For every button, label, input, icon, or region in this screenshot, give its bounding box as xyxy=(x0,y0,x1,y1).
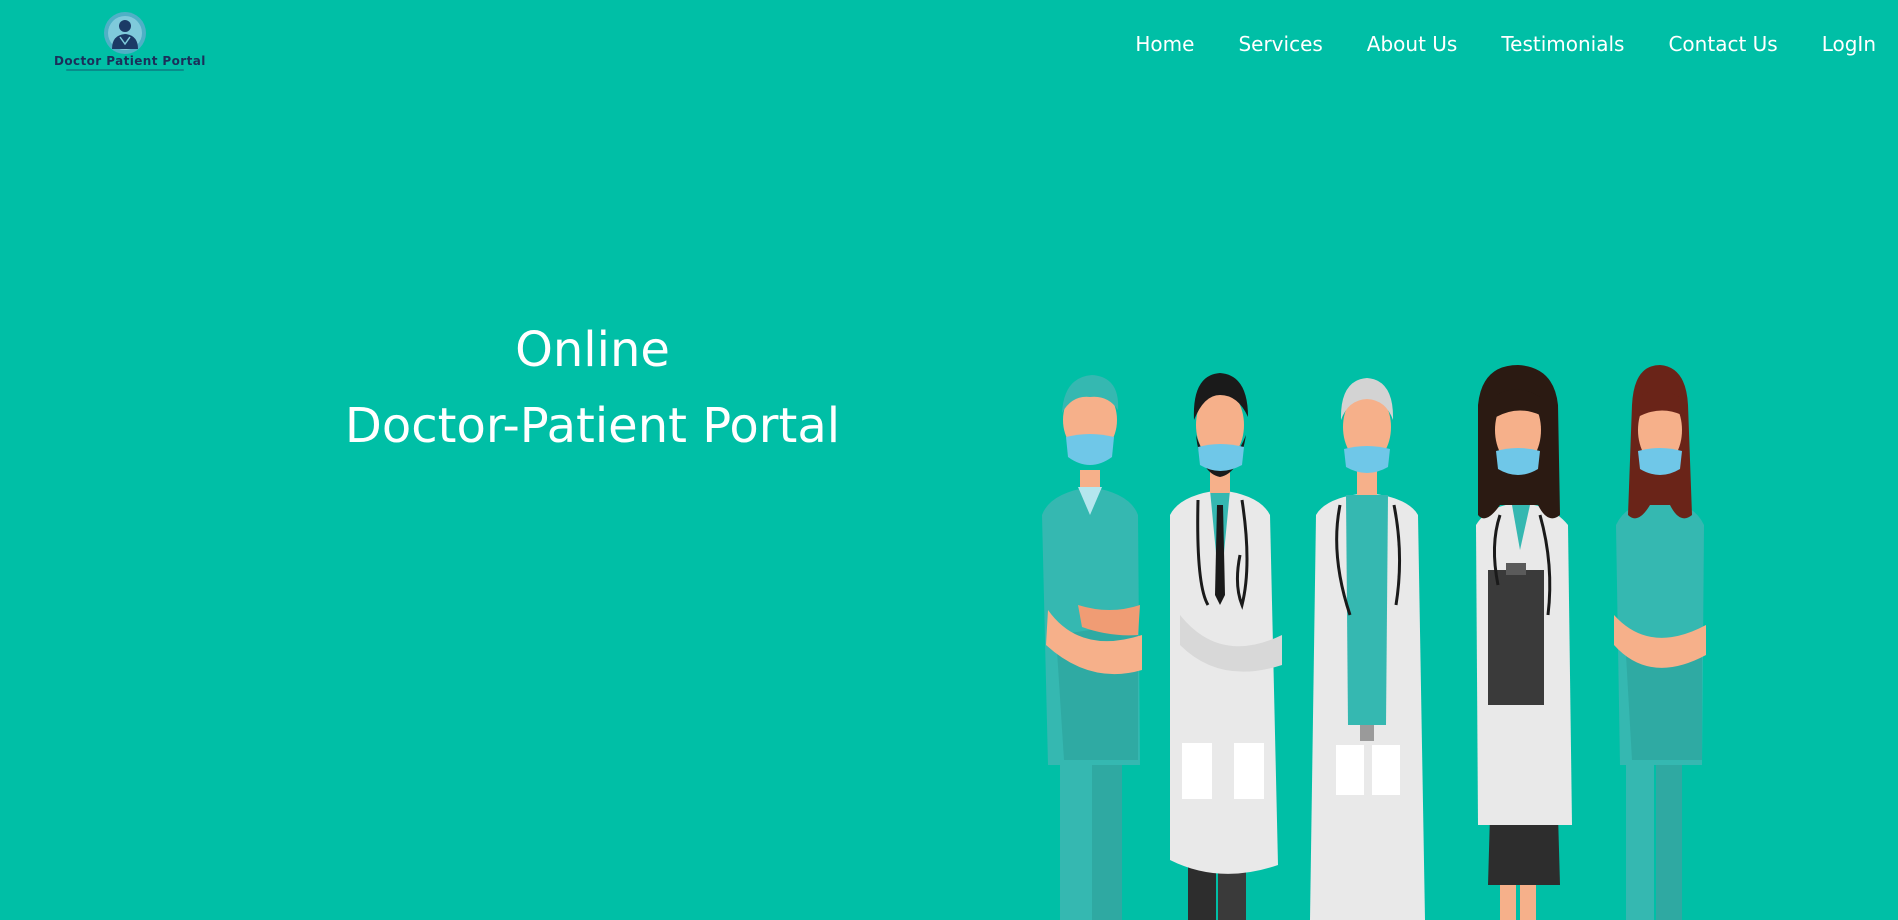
hero-title: Online Doctor-Patient Portal xyxy=(300,312,885,464)
doctor-avatar-icon xyxy=(104,12,146,54)
nurse-figure-5 xyxy=(1614,365,1706,920)
hero-title-line1: Online xyxy=(515,322,670,378)
medical-team-illustration xyxy=(1020,365,1720,920)
main-navigation: Home Services About Us Testimonials Cont… xyxy=(1113,30,1880,58)
site-logo[interactable]: Doctor Patient Portal xyxy=(54,11,206,71)
doctor-figure-3 xyxy=(1310,378,1425,920)
nav-contact-us[interactable]: Contact Us xyxy=(1646,30,1799,58)
nav-about-us[interactable]: About Us xyxy=(1345,30,1480,58)
nav-services[interactable]: Services xyxy=(1216,30,1344,58)
logo-text: Doctor Patient Portal xyxy=(54,54,206,68)
doctor-figure-4 xyxy=(1476,365,1572,920)
nav-login[interactable]: LogIn xyxy=(1800,30,1880,58)
doctor-figure-2 xyxy=(1170,373,1282,920)
hero-title-line2: Doctor-Patient Portal xyxy=(344,398,841,454)
logo-underline xyxy=(66,69,184,71)
nurse-figure-1 xyxy=(1042,375,1142,920)
nav-testimonials[interactable]: Testimonials xyxy=(1479,30,1646,58)
nav-home[interactable]: Home xyxy=(1113,30,1216,58)
